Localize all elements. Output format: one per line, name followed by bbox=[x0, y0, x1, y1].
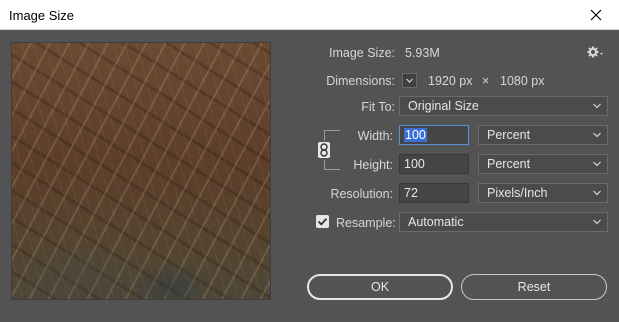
image-size-label: Image Size: bbox=[328, 46, 395, 60]
reset-button[interactable]: Reset bbox=[461, 274, 607, 300]
chevron-down-icon bbox=[593, 190, 601, 196]
height-value: 100 bbox=[404, 157, 425, 171]
ok-button[interactable]: OK bbox=[307, 274, 453, 300]
chevron-down-icon bbox=[593, 132, 601, 138]
width-input[interactable]: 100 bbox=[399, 125, 469, 145]
fit-to-value: Original Size bbox=[408, 99, 479, 113]
settings-button[interactable] bbox=[586, 44, 604, 60]
ok-button-label: OK bbox=[370, 280, 390, 294]
title-bar: Image Size bbox=[0, 0, 619, 30]
gear-icon bbox=[587, 46, 603, 58]
reset-button-label: Reset bbox=[517, 280, 551, 294]
constrain-proportions-button[interactable] bbox=[318, 142, 330, 158]
width-label: Width: bbox=[357, 129, 393, 143]
chevron-down-icon bbox=[593, 219, 601, 225]
resolution-unit-value: Pixels/Inch bbox=[487, 186, 548, 200]
resample-dropdown[interactable]: Automatic bbox=[399, 212, 608, 232]
chevron-down-icon bbox=[406, 78, 413, 83]
preview-border bbox=[11, 42, 271, 300]
dimensions-times: × bbox=[482, 74, 490, 88]
chevron-down-icon bbox=[593, 103, 601, 109]
close-button[interactable] bbox=[573, 0, 619, 30]
dimensions-label: Dimensions: bbox=[326, 74, 395, 88]
height-unit-value: Percent bbox=[487, 157, 531, 171]
resample-value: Automatic bbox=[408, 215, 464, 229]
chain-link-icon bbox=[320, 143, 328, 157]
height-label: Height: bbox=[353, 158, 393, 172]
width-value: 100 bbox=[404, 128, 427, 142]
fit-to-dropdown[interactable]: Original Size bbox=[399, 96, 608, 116]
resample-checkbox[interactable] bbox=[316, 215, 329, 228]
height-unit-dropdown[interactable]: Percent bbox=[478, 154, 608, 174]
dimensions-unit-menu[interactable] bbox=[402, 73, 417, 88]
resolution-unit-dropdown[interactable]: Pixels/Inch bbox=[478, 183, 608, 203]
close-icon bbox=[590, 9, 602, 21]
width-unit-value: Percent bbox=[487, 128, 531, 142]
resolution-input[interactable]: 72 bbox=[399, 183, 469, 203]
height-input[interactable]: 100 bbox=[399, 154, 469, 174]
image-size-value: 5.93M bbox=[405, 46, 440, 60]
checkmark-icon bbox=[317, 218, 328, 226]
width-unit-dropdown[interactable]: Percent bbox=[478, 125, 608, 145]
dimensions-height: 1080 px bbox=[500, 74, 545, 88]
dimensions-width: 1920 px bbox=[428, 74, 473, 88]
chevron-down-icon bbox=[593, 161, 601, 167]
fit-to-label: Fit To: bbox=[361, 100, 395, 114]
window-title: Image Size bbox=[9, 8, 75, 23]
resolution-label: Resolution: bbox=[330, 187, 393, 201]
resample-label: Resample: bbox=[336, 216, 396, 230]
resolution-value: 72 bbox=[404, 186, 418, 200]
